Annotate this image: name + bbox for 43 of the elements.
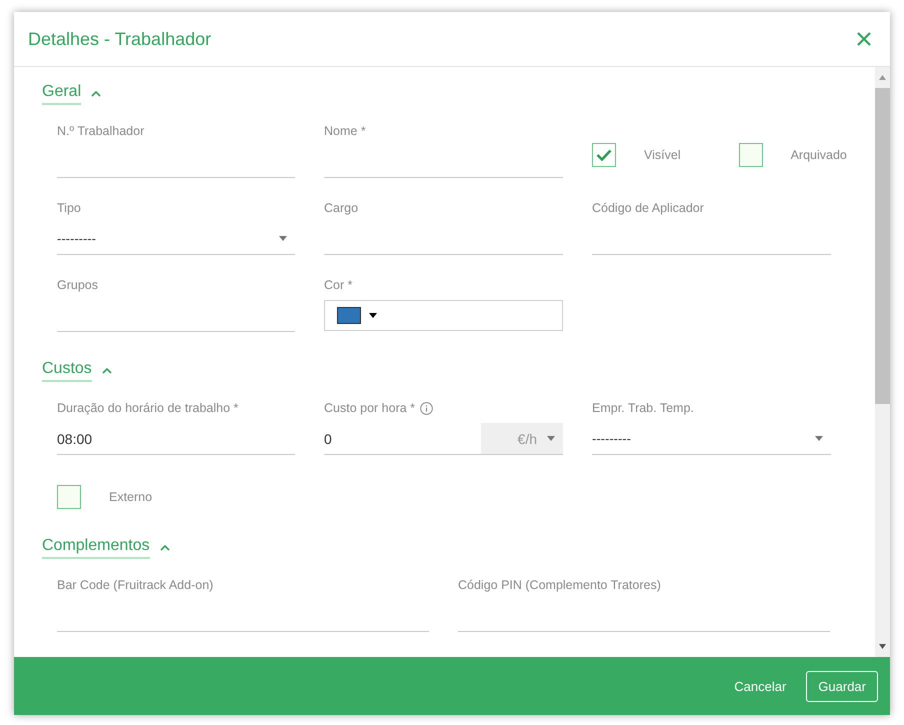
chevron-icon[interactable]: [102, 368, 112, 374]
close-icon[interactable]: [856, 31, 872, 47]
scrollbar[interactable]: [875, 67, 890, 657]
scrollbar-thumb[interactable]: [875, 88, 890, 404]
checkbox[interactable]: [592, 142, 616, 166]
field-label: Nome *: [324, 123, 367, 139]
field-label: Tipo: [57, 200, 82, 216]
color-picker[interactable]: [324, 300, 563, 331]
dialog-title: Detalhes - Trabalhador: [28, 28, 212, 50]
section-title[interactable]: Custos: [42, 360, 92, 382]
chevron-icon[interactable]: [160, 545, 170, 551]
field-label: N.º Trabalhador: [57, 123, 146, 139]
check-icon: [596, 148, 612, 160]
field-label: Código PIN (Complemento Tratores): [458, 577, 662, 593]
field-label: Custo por hora *: [324, 400, 416, 416]
scroll-down-icon[interactable]: [879, 644, 886, 649]
field-label: Grupos: [57, 277, 99, 293]
field-label: Empr. Trab. Temp.: [592, 400, 695, 416]
field-label: Código de Aplicador: [592, 200, 705, 216]
checkbox[interactable]: [738, 142, 763, 166]
checkbox-label: Externo: [109, 490, 152, 504]
scroll-up-icon[interactable]: [879, 75, 886, 80]
caret-icon: [815, 436, 823, 441]
info-icon: [420, 402, 434, 414]
field-label: Cor *: [324, 277, 354, 293]
dropdown[interactable]: ---------: [57, 223, 295, 255]
field-label: Bar Code (Fruitrack Add-on): [57, 577, 214, 593]
section-title[interactable]: Geral: [42, 83, 82, 105]
field-label: Duração do horário de trabalho *: [57, 400, 240, 416]
caret-icon: [369, 313, 377, 318]
chevron-icon[interactable]: [91, 91, 102, 97]
dropdown[interactable]: ---------: [592, 423, 831, 455]
checkbox-label: Visível: [644, 148, 681, 162]
caret-icon: [279, 236, 287, 241]
section-title[interactable]: Complementos: [42, 537, 150, 559]
save-button[interactable]: Guardar: [806, 670, 878, 702]
checkbox[interactable]: [57, 485, 81, 509]
unit-dropdown[interactable]: €/h: [481, 423, 563, 455]
checkbox-label: Arquivado: [790, 148, 847, 162]
text-field[interactable]: 08:00: [57, 423, 295, 455]
field-label: Cargo: [324, 200, 360, 216]
caret-icon: [547, 436, 555, 441]
cancel-button[interactable]: Cancelar: [734, 678, 786, 694]
